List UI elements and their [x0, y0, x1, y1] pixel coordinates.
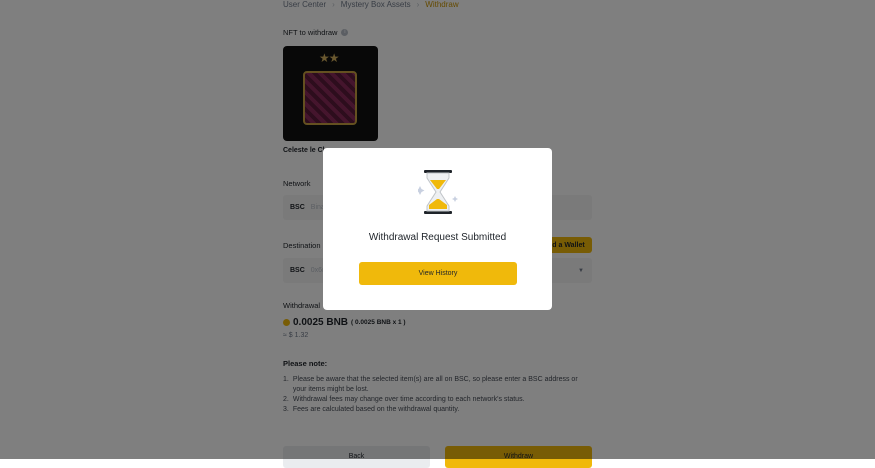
withdrawal-submitted-modal: Withdrawal Request Submitted View Histor… [323, 148, 552, 310]
view-history-button[interactable]: View History [359, 262, 517, 285]
hourglass-icon [418, 170, 458, 214]
modal-title: Withdrawal Request Submitted [368, 232, 507, 243]
